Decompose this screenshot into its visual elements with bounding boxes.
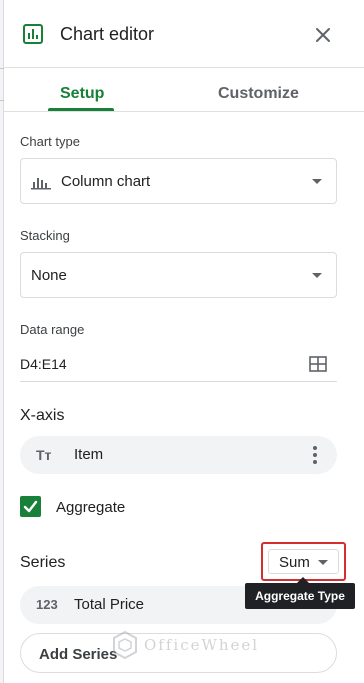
data-range-input[interactable]: D4:E14 [20, 346, 337, 382]
data-range-value: D4:E14 [20, 356, 67, 372]
watermark: OfficeWheel [112, 628, 259, 662]
chevron-down-icon [318, 560, 328, 565]
stacking-select[interactable]: None [20, 252, 337, 298]
aggregate-type-tooltip: Aggregate Type [245, 583, 355, 609]
x-axis-item-chip[interactable]: Tт Item [20, 436, 337, 474]
tab-setup[interactable]: Setup [60, 84, 104, 104]
chevron-down-icon [312, 179, 322, 184]
x-axis-heading: X-axis [20, 407, 65, 424]
chart-icon [23, 24, 43, 44]
highlight-box: Sum [261, 542, 346, 581]
aggregate-label: Aggregate [56, 499, 126, 516]
chart-type-value: Column chart [61, 173, 151, 190]
data-range-label: Data range [20, 322, 85, 337]
tabs-divider [4, 111, 364, 112]
page-title: Chart editor [60, 24, 155, 44]
stacking-label: Stacking [20, 228, 70, 243]
tab-bar: Setup Customize [4, 68, 364, 120]
add-series-label: Add Series [39, 646, 118, 663]
aggregate-type-value: Sum [279, 554, 310, 571]
checkmark-icon [23, 500, 38, 513]
chart-type-select[interactable]: Column chart [20, 158, 337, 204]
aggregate-type-dropdown[interactable]: Sum [268, 549, 339, 574]
more-options-icon[interactable] [313, 446, 317, 464]
watermark-logo-icon [113, 630, 137, 660]
editor-header: Chart editor [4, 0, 364, 68]
grid-select-icon[interactable] [309, 356, 327, 372]
series-item-label: Total Price [74, 596, 145, 613]
chart-type-label: Chart type [20, 134, 80, 149]
number-type-icon: 123 [36, 597, 58, 612]
text-type-icon: Tт [36, 447, 52, 463]
column-chart-icon [31, 178, 51, 190]
tab-customize[interactable]: Customize [218, 84, 299, 104]
aggregate-checkbox[interactable] [20, 496, 41, 517]
chevron-down-icon [312, 273, 322, 278]
watermark-text: OfficeWheel [144, 636, 260, 654]
x-axis-item-label: Item [74, 446, 104, 463]
series-heading: Series [20, 554, 66, 571]
close-icon[interactable] [312, 24, 334, 46]
stacking-value: None [31, 267, 67, 284]
